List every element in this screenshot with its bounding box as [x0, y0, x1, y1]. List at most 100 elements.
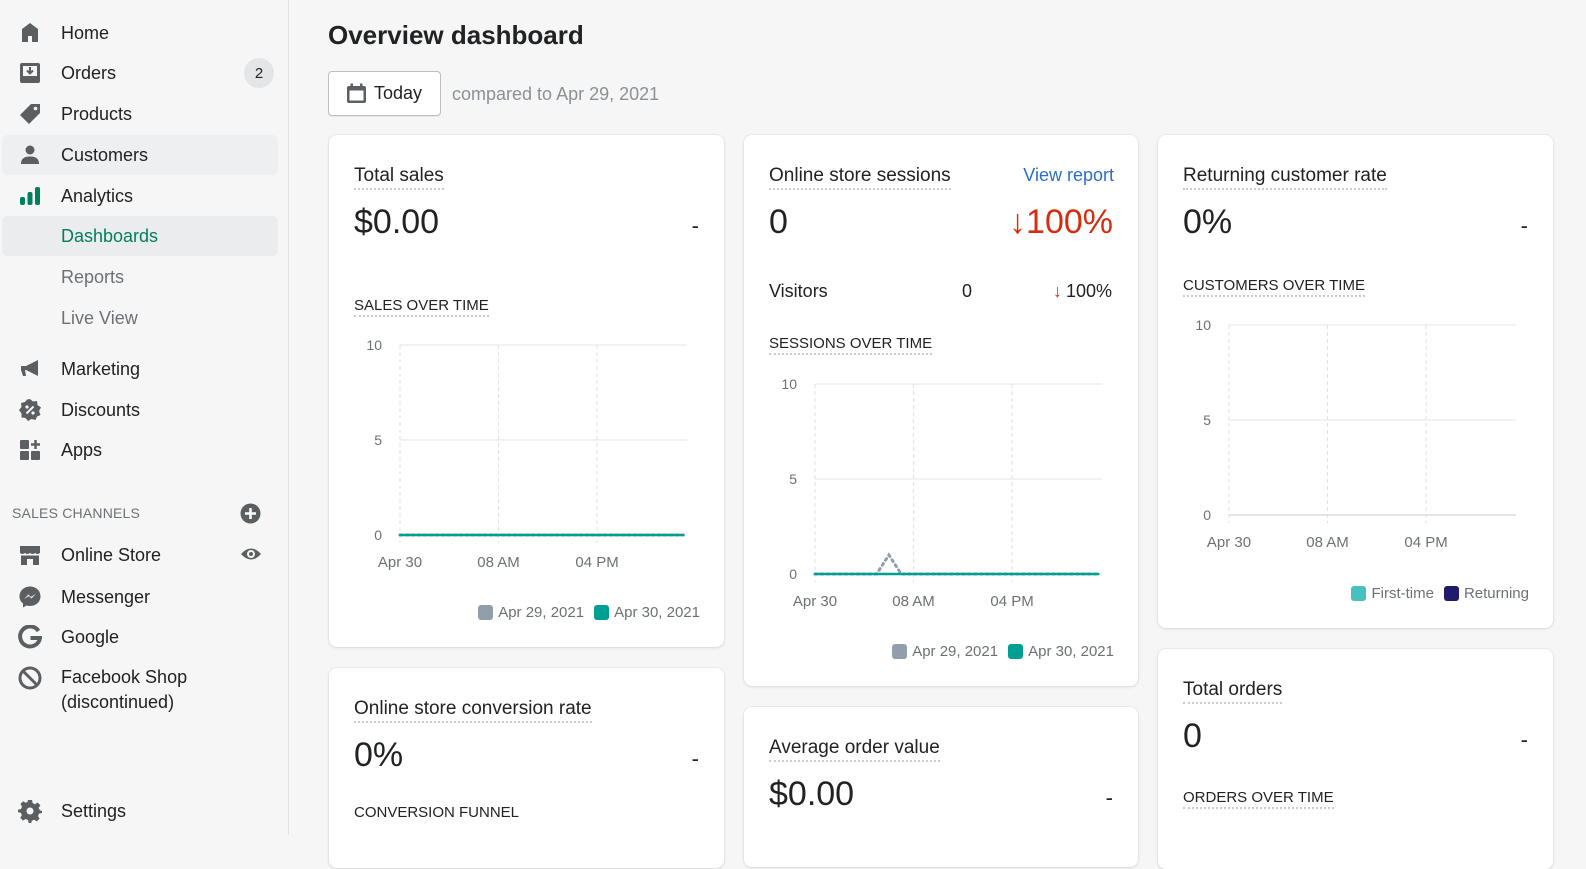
add-sales-channel-button[interactable]: [240, 503, 261, 524]
returning-rate-value: 0%: [1183, 203, 1233, 241]
legend-swatch: [1008, 644, 1024, 659]
x-tick-label: 08 AM: [1306, 534, 1349, 551]
sidebar-item-online-store[interactable]: Online Store: [2, 535, 278, 575]
sidebar-item-facebook-shop[interactable]: Facebook Shop (discontinued): [2, 658, 278, 718]
customers-over-time-title[interactable]: CUSTOMERS OVER TIME: [1183, 277, 1365, 297]
analytics-icon: [18, 184, 42, 208]
x-tick-label: Apr 30: [1207, 534, 1251, 551]
sidebar-item-dashboards[interactable]: Dashboards: [2, 216, 278, 256]
sidebar-item-label: Analytics: [61, 185, 134, 206]
legend-item-previous[interactable]: Apr 29, 2021: [478, 604, 584, 621]
sidebar-item-analytics[interactable]: Analytics: [2, 176, 278, 216]
returning-rate-change: -: [1520, 213, 1528, 238]
x-tick-label: 04 PM: [990, 593, 1033, 610]
legend-label: Apr 29, 2021: [498, 604, 585, 621]
sidebar-item-messenger[interactable]: Messenger: [2, 577, 278, 617]
sidebar-item-label: Customers: [61, 144, 149, 165]
sales-over-time-title[interactable]: SALES OVER TIME: [354, 297, 489, 317]
legend-item-previous[interactable]: Apr 29, 2021: [892, 643, 998, 660]
y-tick-label: 10: [366, 337, 382, 353]
y-tick-label: 0: [374, 527, 382, 543]
megaphone-icon: [18, 357, 42, 381]
legend-swatch: [594, 605, 610, 620]
sidebar-item-label: Facebook Shop (discontinued): [61, 665, 187, 715]
legend-item-first-time[interactable]: First-time: [1351, 585, 1434, 602]
sidebar-item-label: Discounts: [61, 399, 141, 420]
legend-label: Apr 30, 2021: [1028, 643, 1114, 660]
returning-rate-title[interactable]: Returning customer rate: [1183, 165, 1387, 190]
y-tick-label: 5: [1203, 412, 1211, 428]
legend-item-current[interactable]: Apr 30, 2021: [594, 604, 700, 621]
total-sales-title[interactable]: Total sales: [354, 165, 444, 190]
sidebar-item-label: Apps: [61, 439, 103, 460]
sales-legend: Apr 29, 2021 Apr 30, 2021: [468, 604, 700, 621]
sidebar-item-reports[interactable]: Reports: [2, 257, 278, 297]
y-tick-label: 10: [781, 376, 797, 392]
sidebar-item-discounts[interactable]: Discounts: [2, 390, 278, 430]
sessions-title[interactable]: Online store sessions: [769, 165, 951, 190]
sidebar-item-orders[interactable]: Orders 2: [2, 53, 278, 93]
sidebar-item-google[interactable]: Google: [2, 617, 278, 657]
sidebar-item-live-view[interactable]: Live View: [2, 298, 278, 338]
sessions-value: 0: [769, 203, 788, 241]
x-tick-label: Apr 30: [378, 554, 422, 571]
sidebar-item-label: Reports: [61, 266, 125, 287]
eye-icon: [241, 548, 261, 560]
sidebar-item-products[interactable]: Products: [2, 94, 278, 134]
conversion-funnel-title: CONVERSION FUNNEL: [354, 804, 520, 821]
view-report-link[interactable]: View report: [1023, 165, 1114, 186]
y-tick-label: 0: [789, 566, 797, 582]
page-title: Overview dashboard: [328, 20, 584, 50]
sidebar-item-label: Messenger: [61, 586, 151, 607]
sales-channels-heading: SALES CHANNELS: [12, 505, 141, 521]
returning-customer-card: Returning customer rate 0% - CUSTOMERS O…: [1158, 135, 1553, 628]
orders-over-time-title[interactable]: ORDERS OVER TIME: [1183, 789, 1334, 809]
main-content: Overview dashboard Today compared to Apr…: [290, 0, 1586, 869]
total-orders-title[interactable]: Total orders: [1183, 679, 1283, 704]
legend-item-returning[interactable]: Returning: [1443, 585, 1529, 602]
customer-icon: [18, 143, 42, 167]
discontinued-label: (discontinued): [61, 692, 175, 712]
visitors-value: 0: [962, 281, 973, 301]
visitors-change-value: 100%: [1065, 281, 1112, 301]
total-sales-card: Total sales $0.00 - SALES OVER TIME 0 5 10…: [329, 135, 724, 647]
visitors-label: Visitors: [769, 281, 828, 301]
x-tick-label: 08 AM: [477, 554, 520, 571]
legend-swatch: [1443, 586, 1459, 601]
customers-over-time-chart: 0 5 10 Apr 30 08 AM 04 PM: [1195, 317, 1516, 551]
total-orders-card: Total orders 0 - ORDERS OVER TIME: [1158, 649, 1553, 869]
legend-swatch: [478, 605, 494, 620]
gear-icon: [18, 799, 42, 823]
sidebar: Home Orders 2 Products Customers Analyti…: [0, 0, 289, 835]
orders-icon: [18, 61, 42, 85]
conversion-rate-title[interactable]: Online store conversion rate: [354, 698, 592, 723]
sidebar-item-label: Products: [61, 103, 133, 124]
customers-legend: First-time Returning: [1341, 585, 1529, 602]
legend-swatch: [1351, 586, 1367, 601]
view-online-store-button[interactable]: [240, 545, 262, 563]
legend-item-current[interactable]: Apr 30, 2021: [1008, 643, 1114, 660]
aov-title[interactable]: Average order value: [769, 737, 940, 762]
sidebar-item-marketing[interactable]: Marketing: [2, 349, 278, 389]
date-range-label: Today: [374, 83, 423, 103]
sessions-legend: Apr 29, 2021 Apr 30, 2021: [882, 643, 1114, 660]
sessions-card: Online store sessions View report 0 ↓100…: [744, 135, 1138, 686]
sidebar-item-label: Google: [61, 626, 120, 647]
sidebar-item-home[interactable]: Home: [2, 13, 278, 53]
conversion-rate-card: Online store conversion rate 0% - CONVER…: [329, 668, 724, 868]
sidebar-item-label: Marketing: [61, 358, 141, 379]
sidebar-item-customers[interactable]: Customers: [2, 135, 278, 175]
sidebar-item-settings[interactable]: Settings: [2, 791, 278, 831]
aov-value: $0.00: [769, 775, 855, 813]
calendar-icon: [347, 83, 366, 103]
sidebar-item-label: Orders: [61, 62, 117, 83]
sidebar-item-apps[interactable]: Apps: [2, 430, 278, 470]
sessions-over-time-title[interactable]: SESSIONS OVER TIME: [769, 335, 933, 355]
sidebar-item-label: Online Store: [61, 544, 162, 565]
date-range-button[interactable]: Today: [328, 71, 441, 116]
discount-icon: [18, 398, 42, 422]
visitors-change: ↓ 100%: [1053, 281, 1112, 302]
down-arrow-icon: ↓: [1052, 281, 1062, 301]
total-sales-change: -: [691, 213, 699, 238]
sidebar-item-label: Settings: [61, 800, 127, 821]
